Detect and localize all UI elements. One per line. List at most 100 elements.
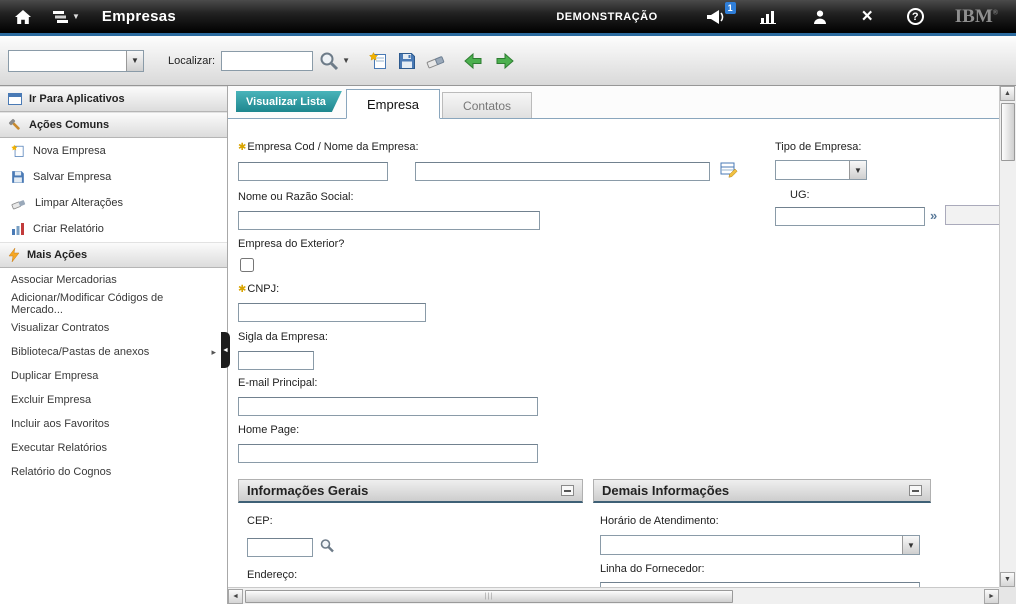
section-label: Mais Ações — [27, 249, 87, 261]
sidebar-item-duplicar-empresa[interactable]: Duplicar Empresa — [0, 364, 227, 388]
apps-menu-icon[interactable]: ▼ — [52, 9, 80, 24]
nome-razao-input[interactable] — [238, 211, 540, 230]
nome-razao-label: Nome ou Razão Social: — [238, 191, 354, 203]
sidebar-section-apps[interactable]: Ir Para Aplicativos — [0, 86, 227, 112]
sidebar-item-limpar-alteracoes[interactable]: Limpar Alterações — [0, 190, 227, 216]
horario-select[interactable]: ▼ — [600, 535, 920, 555]
sidebar-section-more-actions[interactable]: Mais Ações — [0, 242, 227, 268]
vertical-scrollbar[interactable]: ▲ ▼ — [999, 86, 1016, 587]
search-icon[interactable]: ▼ — [318, 51, 350, 71]
sidebar-item-label: Criar Relatório — [33, 223, 104, 235]
sidebar-item-relatorio-cognos[interactable]: Relatório do Cognos — [0, 460, 227, 484]
sigla-label: Sigla da Empresa: — [238, 331, 328, 343]
email-label: E-mail Principal: — [238, 377, 317, 389]
localizar-input[interactable] — [221, 51, 313, 71]
clear-changes-icon[interactable] — [426, 53, 446, 69]
vertical-scroll-thumb[interactable] — [1001, 103, 1015, 161]
visualizar-lista-button[interactable]: Visualizar Lista — [236, 91, 342, 112]
homepage-input[interactable] — [238, 444, 538, 463]
window-icon — [8, 93, 22, 105]
cep-input[interactable] — [247, 538, 313, 557]
tab-empresa[interactable]: Empresa — [346, 89, 440, 119]
eraser-icon — [11, 197, 27, 210]
demo-label: DEMONSTRAÇÃO — [556, 11, 657, 23]
back-arrow-icon[interactable] — [463, 52, 484, 70]
linha-fornecedor-label: Linha do Fornecedor: — [600, 563, 705, 575]
collapse-section-icon[interactable] — [909, 485, 922, 496]
scroll-down-icon[interactable]: ▼ — [1000, 572, 1015, 587]
scroll-left-icon[interactable]: ◄ — [228, 589, 243, 604]
reports-icon[interactable] — [760, 10, 778, 24]
announcements-icon[interactable]: 1 — [705, 9, 726, 25]
section-title: Demais Informações — [602, 483, 729, 498]
help-icon[interactable]: ? — [907, 8, 924, 25]
sidebar-item-label: Associar Mercadorias — [11, 274, 117, 286]
app-combobox[interactable]: ▼ — [8, 50, 144, 72]
tipo-empresa-select[interactable]: ▼ — [775, 160, 867, 180]
sidebar-item-incluir-favoritos[interactable]: Incluir aos Favoritos — [0, 412, 227, 436]
sidebar-section-common-actions[interactable]: Ações Comuns — [0, 112, 227, 138]
sidebar-item-label: Duplicar Empresa — [11, 370, 98, 382]
endereco-label: Endereço: — [247, 569, 297, 581]
tools-icon — [8, 118, 22, 132]
required-icon: ✱ — [238, 284, 246, 295]
chevron-down-icon: ▼ — [72, 12, 80, 21]
section-title: Informações Gerais — [247, 483, 368, 498]
sidebar-item-label: Executar Relatórios — [11, 442, 107, 454]
scroll-up-icon[interactable]: ▲ — [1000, 86, 1015, 101]
section-demais-informacoes[interactable]: Demais Informações — [593, 479, 931, 503]
select-value — [776, 161, 849, 179]
sidebar-item-biblioteca-pastas[interactable]: Biblioteca/Pastas de anexos ▸ — [0, 340, 227, 364]
localizar-label: Localizar: — [168, 55, 215, 67]
user-icon[interactable] — [812, 9, 828, 25]
cnpj-input[interactable] — [238, 303, 426, 322]
cep-search-icon[interactable] — [319, 538, 335, 559]
tab-contatos[interactable]: Contatos — [442, 92, 532, 118]
chevron-down-icon[interactable]: ▼ — [849, 161, 866, 179]
sidebar-item-associar-mercadorias[interactable]: Associar Mercadorias — [0, 268, 227, 292]
topbar: ▼ Empresas DEMONSTRAÇÃO 1 × ? IBM® — [0, 0, 1016, 36]
sidebar-item-visualizar-contratos[interactable]: Visualizar Contratos — [0, 316, 227, 340]
horizontal-scrollbar[interactable]: ◄ ||| ► — [228, 587, 999, 604]
cnpj-label: ✱CNPJ: — [238, 283, 279, 295]
scrollbar-corner — [999, 587, 1016, 604]
sidebar-item-criar-relatorio[interactable]: Criar Relatório — [0, 216, 227, 242]
scroll-right-icon[interactable]: ► — [984, 589, 999, 604]
sidebar-item-salvar-empresa[interactable]: Salvar Empresa — [0, 164, 227, 190]
sigla-input[interactable] — [238, 351, 314, 370]
submenu-arrow-icon: ▸ — [211, 347, 216, 358]
notification-badge: 1 — [725, 2, 736, 14]
horizontal-scroll-thumb[interactable]: ||| — [245, 590, 733, 603]
sidebar-item-label: Limpar Alterações — [35, 197, 123, 209]
save-icon[interactable] — [398, 52, 416, 70]
ug-expand-icon[interactable]: » — [930, 208, 937, 223]
collapse-section-icon[interactable] — [561, 485, 574, 496]
sidebar-item-label: Salvar Empresa — [33, 171, 111, 183]
sidebar-collapse-handle[interactable]: ◄ — [221, 332, 230, 368]
exterior-checkbox[interactable] — [240, 258, 254, 272]
sidebar-item-excluir-empresa[interactable]: Excluir Empresa — [0, 388, 227, 412]
lookup-edit-icon[interactable] — [720, 161, 739, 183]
sidebar-item-label: Adicionar/Modificar Códigos de Mercado..… — [11, 292, 216, 316]
chevron-down-icon[interactable]: ▼ — [902, 536, 919, 554]
app-combobox-input[interactable] — [9, 51, 126, 71]
sidebar-item-executar-relatorios[interactable]: Executar Relatórios — [0, 436, 227, 460]
ug-label: UG: — [790, 189, 810, 201]
homepage-label: Home Page: — [238, 424, 299, 436]
chevron-down-icon[interactable]: ▼ — [126, 51, 143, 71]
section-label: Ir Para Aplicativos — [29, 93, 125, 105]
forward-arrow-icon[interactable] — [494, 52, 515, 70]
empresa-cod-input[interactable] — [238, 162, 388, 181]
home-icon[interactable] — [14, 9, 32, 25]
main-content: Visualizar Lista Empresa Contatos ✱Empre… — [228, 86, 1016, 604]
section-informacoes-gerais[interactable]: Informações Gerais — [238, 479, 583, 503]
sidebar-item-adicionar-modificar-codigos[interactable]: Adicionar/Modificar Códigos de Mercado..… — [0, 292, 227, 316]
cep-label: CEP: — [247, 515, 273, 527]
empresa-cod-label: ✱Empresa Cod / Nome da Empresa: — [238, 141, 419, 153]
empresa-nome-input[interactable] — [415, 162, 710, 181]
close-icon[interactable]: × — [862, 9, 873, 25]
ug-input[interactable] — [775, 207, 925, 226]
email-input[interactable] — [238, 397, 538, 416]
new-record-icon[interactable] — [369, 52, 388, 70]
sidebar-item-nova-empresa[interactable]: Nova Empresa — [0, 138, 227, 164]
